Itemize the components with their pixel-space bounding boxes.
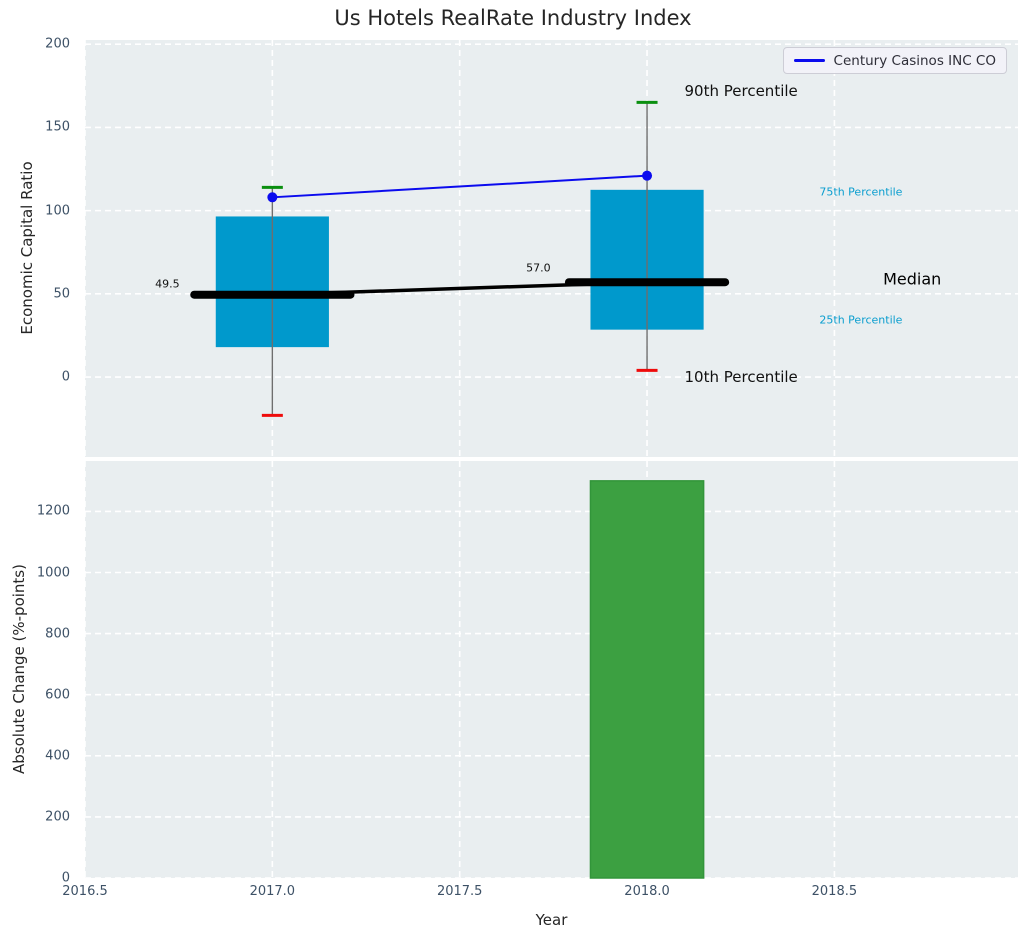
annotation-57-0: 57.0 xyxy=(526,261,551,275)
chart-title: Us Hotels RealRate Industry Index xyxy=(334,6,692,30)
annotation-75th-percentile: 75th Percentile xyxy=(819,185,903,199)
company-point xyxy=(267,192,278,203)
y-tick-label-top: 150 xyxy=(45,119,70,135)
bottom-axes xyxy=(84,461,1018,879)
x-tick-label: 2017.5 xyxy=(436,884,483,899)
y-tick-label-bottom: 1000 xyxy=(36,565,70,580)
annotation-25th-percentile: 25th Percentile xyxy=(819,313,903,327)
annotation-median: Median xyxy=(883,269,942,289)
change-bar xyxy=(589,480,705,879)
y-axis-label-top: Economic Capital Ratio xyxy=(18,161,36,335)
x-axis-label: Year xyxy=(535,911,568,929)
legend-line-swatch xyxy=(793,59,825,62)
annotation-49-5: 49.5 xyxy=(155,277,180,291)
x-tick-label: 2017.0 xyxy=(249,884,296,899)
figure: Us Hotels RealRate Industry Index 90th P… xyxy=(0,0,1026,942)
y-tick-label-top: 200 xyxy=(45,36,70,52)
annotation-90th-percentile: 90th Percentile xyxy=(684,81,798,100)
bottom-plot-canvas xyxy=(84,461,1018,879)
y-tick-label-top: 0 xyxy=(61,369,70,385)
company-point xyxy=(642,170,653,181)
annotation-10th-percentile: 10th Percentile xyxy=(684,368,798,387)
y-tick-label-bottom: 1200 xyxy=(36,503,70,519)
x-tick-label: 2018.5 xyxy=(811,884,858,899)
y-tick-label-top: 50 xyxy=(53,286,70,302)
y-tick-label-bottom: 800 xyxy=(45,626,70,642)
y-axis-label-bottom: Absolute Change (%-points) xyxy=(10,564,28,774)
x-tick-label: 2016.5 xyxy=(62,884,108,899)
x-tick-label: 2018.0 xyxy=(624,884,670,899)
legend-label: Century Casinos INC CO xyxy=(833,52,996,69)
top-axes: 90th Percentile 10th Percentile 75th Perce… xyxy=(84,40,1018,457)
y-tick-label-bottom: 600 xyxy=(45,687,70,703)
y-tick-label-bottom: 400 xyxy=(45,748,70,764)
top-plot-canvas xyxy=(84,40,1018,457)
y-tick-label-top: 100 xyxy=(45,203,70,219)
legend: Century Casinos INC CO xyxy=(782,47,1007,74)
y-tick-label-bottom: 200 xyxy=(45,809,70,825)
